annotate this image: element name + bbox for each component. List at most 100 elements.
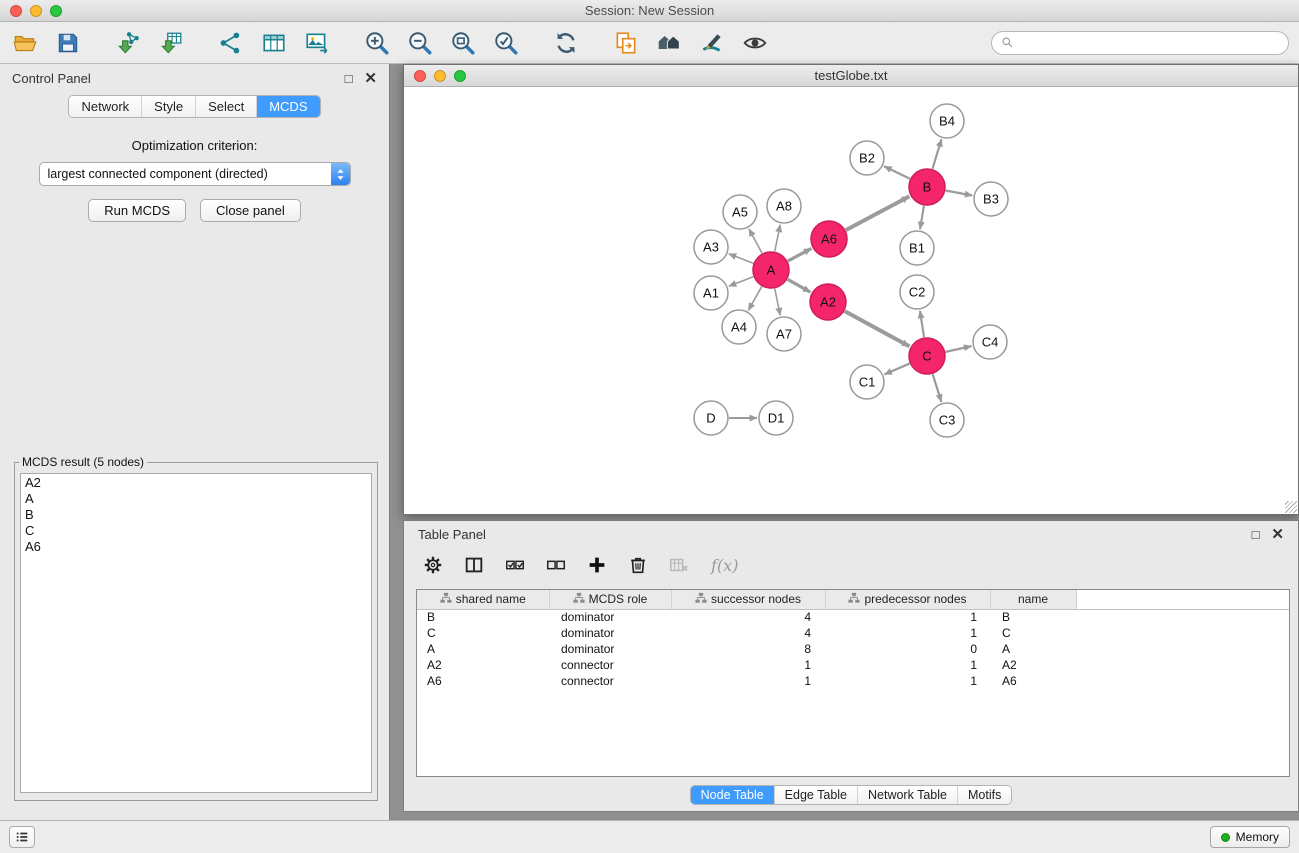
close-panel-icon[interactable]: ✕ <box>364 72 377 85</box>
tab-select[interactable]: Select <box>195 96 256 117</box>
table-cell[interactable]: B <box>990 609 1076 625</box>
close-app-button[interactable] <box>10 5 22 17</box>
run-mcds-button[interactable]: Run MCDS <box>88 199 186 222</box>
network-table-icon[interactable] <box>259 28 289 58</box>
tab-mcds[interactable]: MCDS <box>256 96 319 117</box>
table-row[interactable]: A6connector11A6 <box>417 673 1289 689</box>
table-cell[interactable]: dominator <box>549 609 671 625</box>
zoom-network-window-button[interactable] <box>454 70 466 82</box>
graph-node-C1[interactable]: C1 <box>850 365 884 399</box>
show-columns-icon[interactable] <box>461 552 487 578</box>
tab-style[interactable]: Style <box>141 96 195 117</box>
column-header-mcds-role[interactable]: MCDS role <box>549 590 671 609</box>
result-item[interactable]: C <box>21 523 371 539</box>
table-cell[interactable]: dominator <box>549 641 671 657</box>
import-table-icon[interactable] <box>156 28 186 58</box>
tab-motifs[interactable]: Motifs <box>957 786 1011 804</box>
search-input[interactable] <box>1019 36 1279 50</box>
table-cell[interactable]: 1 <box>825 673 990 689</box>
graph-node-B4[interactable]: B4 <box>930 104 964 138</box>
graph-node-A1[interactable]: A1 <box>694 276 728 310</box>
criterion-dropdown[interactable]: largest connected component (directed) <box>39 162 351 186</box>
table-cell[interactable]: C <box>990 625 1076 641</box>
add-row-icon[interactable] <box>584 552 610 578</box>
table-cell[interactable]: 1 <box>825 657 990 673</box>
select-all-icon[interactable] <box>502 552 528 578</box>
zoom-selected-icon[interactable] <box>491 28 521 58</box>
function-builder-icon[interactable]: f(x) <box>707 556 738 575</box>
resize-grip[interactable] <box>1285 501 1297 513</box>
graph-node-A2[interactable]: A2 <box>810 284 846 320</box>
table-row[interactable]: Adominator80A <box>417 641 1289 657</box>
graph-edge[interactable] <box>845 311 910 346</box>
graph-node-A[interactable]: A <box>753 252 789 288</box>
graph-edge[interactable] <box>729 277 754 286</box>
copy-current-view-icon[interactable] <box>611 28 641 58</box>
graph-node-B3[interactable]: B3 <box>974 182 1008 216</box>
memory-button[interactable]: Memory <box>1210 826 1290 848</box>
table-row[interactable]: A2connector11A2 <box>417 657 1289 673</box>
delete-row-icon[interactable] <box>625 552 651 578</box>
table-row[interactable]: Cdominator41C <box>417 625 1289 641</box>
network-overview-icon[interactable] <box>216 28 246 58</box>
graph-edge[interactable] <box>775 225 780 252</box>
table-cell[interactable]: A <box>990 641 1076 657</box>
tab-node-table[interactable]: Node Table <box>691 786 774 804</box>
table-cell[interactable]: 1 <box>825 609 990 625</box>
table-cell[interactable]: B <box>417 609 549 625</box>
network-canvas[interactable]: B4B2BB3A5A8A6B1A3AC2A1A2A4A7C4CC1C3DD1 <box>404 87 1298 514</box>
float-table-panel-icon[interactable]: □ <box>1252 528 1260 541</box>
graph-node-D[interactable]: D <box>694 401 728 435</box>
table-cell[interactable]: 8 <box>671 641 825 657</box>
graph-node-C4[interactable]: C4 <box>973 325 1007 359</box>
graph-node-B2[interactable]: B2 <box>850 141 884 175</box>
open-session-icon[interactable] <box>10 28 40 58</box>
graph-edge[interactable] <box>788 248 812 261</box>
result-item[interactable]: B <box>21 507 371 523</box>
graph-node-A8[interactable]: A8 <box>767 189 801 223</box>
column-header-predecessor-nodes[interactable]: predecessor nodes <box>825 590 990 609</box>
table-cell[interactable]: 1 <box>825 625 990 641</box>
table-cell[interactable]: A <box>417 641 549 657</box>
table-cell[interactable]: A6 <box>990 673 1076 689</box>
result-item[interactable]: A2 <box>21 475 371 491</box>
mcds-result-list[interactable]: A2ABCA6 <box>20 473 372 793</box>
minimize-app-button[interactable] <box>30 5 42 17</box>
table-cell[interactable]: A2 <box>417 657 549 673</box>
table-cell[interactable]: 1 <box>671 673 825 689</box>
table-cell[interactable]: connector <box>549 657 671 673</box>
deselect-all-icon[interactable] <box>543 552 569 578</box>
graph-node-A7[interactable]: A7 <box>767 317 801 351</box>
result-item[interactable]: A6 <box>21 539 371 555</box>
graph-node-B1[interactable]: B1 <box>900 231 934 265</box>
graph-node-C3[interactable]: C3 <box>930 403 964 437</box>
zoom-app-button[interactable] <box>50 5 62 17</box>
graph-edge[interactable] <box>946 346 972 352</box>
graph-edge[interactable] <box>884 364 909 375</box>
graph-edge[interactable] <box>788 279 811 292</box>
network-canvas-svg[interactable]: B4B2BB3A5A8A6B1A3AC2A1A2A4A7C4CC1C3DD1 <box>404 87 1298 514</box>
graph-node-A5[interactable]: A5 <box>723 195 757 229</box>
show-hide-panel-icon[interactable] <box>740 28 770 58</box>
graph-edge[interactable] <box>749 229 762 253</box>
graph-edge[interactable] <box>846 196 910 230</box>
zoom-fit-icon[interactable] <box>448 28 478 58</box>
tab-network[interactable]: Network <box>69 96 141 117</box>
zoom-in-icon[interactable] <box>362 28 392 58</box>
table-row[interactable]: Bdominator41B <box>417 609 1289 625</box>
return-to-home-icon[interactable] <box>654 28 684 58</box>
import-network-icon[interactable] <box>113 28 143 58</box>
graph-edge[interactable] <box>729 254 754 263</box>
graph-edge[interactable] <box>920 206 924 230</box>
graph-node-B[interactable]: B <box>909 169 945 205</box>
table-cell[interactable]: C <box>417 625 549 641</box>
graph-edge[interactable] <box>884 166 910 178</box>
column-header-shared-name[interactable]: shared name <box>417 590 549 609</box>
graph-edge[interactable] <box>748 287 761 311</box>
save-session-icon[interactable] <box>53 28 83 58</box>
graph-node-D1[interactable]: D1 <box>759 401 793 435</box>
graph-node-C2[interactable]: C2 <box>900 275 934 309</box>
annotations-icon[interactable] <box>697 28 727 58</box>
close-table-panel-icon[interactable]: ✕ <box>1271 528 1284 541</box>
graph-node-A3[interactable]: A3 <box>694 230 728 264</box>
